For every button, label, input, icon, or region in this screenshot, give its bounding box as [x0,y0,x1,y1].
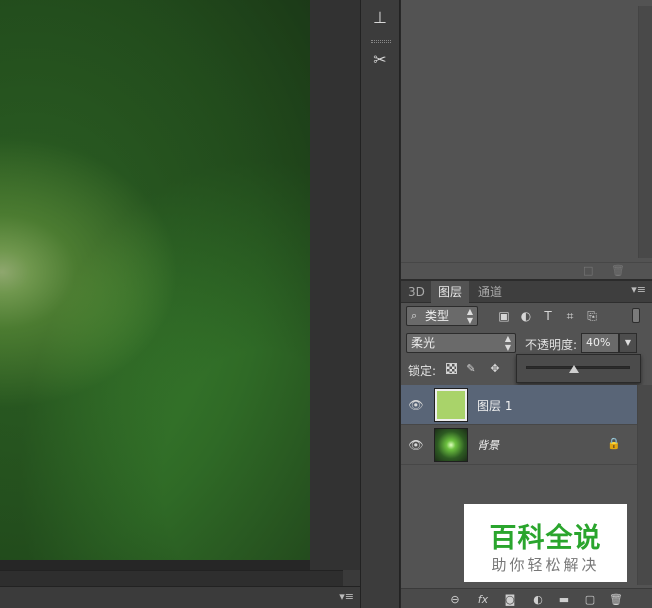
layers-footer-toolbar: ⊖ fx ◙ ◐ ▬ ▢ 🗑 [401,588,652,608]
lock-image-pixels-icon[interactable]: ✎ [464,362,478,376]
document-canvas-area[interactable]: ▾≡ [0,0,360,608]
layer-name: 背景 [477,439,499,452]
layer-row-layer-1[interactable]: 👁 图层 1 [401,385,637,425]
blend-mode-select[interactable]: 柔光 ▲ ▼ [406,333,516,353]
search-icon: ⌕ [411,309,418,322]
watermark-subtitle: 助你轻松解决 [491,556,600,574]
dock-grip[interactable] [371,40,391,43]
link-layers-icon[interactable]: ⊖ [447,592,463,608]
layer-style-icon[interactable]: fx [475,592,491,608]
upper-panel: □ 🗑 [401,0,652,279]
layer-filter-select[interactable]: ⌕ 类型 ▲ ▼ [406,306,478,326]
opacity-input[interactable]: 40% [581,333,619,353]
adjustment-layer-icon[interactable]: ◐ [530,592,546,608]
tab-channels[interactable]: 通道 [471,281,509,303]
panel-menu-icon[interactable]: ▾≡ [631,283,646,296]
panel-menu-icon[interactable]: ▾≡ [339,590,354,603]
layer-thumbnail [434,388,468,422]
opacity-label: 不透明度: [525,338,578,352]
stamp-tool-icon[interactable]: ⊥ [367,6,393,30]
layers-scrollbar[interactable] [637,385,652,585]
adjustment-filter-icon[interactable]: ◐ [518,308,534,324]
new-group-icon[interactable]: ▬ [556,592,572,608]
filter-toggle-switch[interactable] [632,308,640,323]
layer-name: 图层 1 [477,399,513,413]
filter-type-value: 类型 [425,309,450,323]
panel-dock-strip: ⊥ ✂ [360,0,400,608]
opacity-slider-popup [516,354,641,383]
eye-icon[interactable]: 👁 [408,437,424,453]
layer-row-background[interactable]: 👁 背景 🔒 [401,425,637,465]
panel-tab-bar: 3D 图层 通道 ▾≡ [401,281,652,303]
pixel-filter-icon[interactable]: ▣ [496,308,512,324]
watermark-title: 百科全说 [489,523,602,554]
canvas-status-bar: ▾≡ [0,586,360,608]
lock-transparent-pixels-icon[interactable] [446,363,457,374]
trash-icon[interactable]: 🗑 [611,264,625,277]
tab-3d[interactable]: 3D [401,281,432,303]
lock-position-icon[interactable]: ✥ [488,362,502,376]
select-arrows-icon: ▲ ▼ [504,334,511,352]
smart-object-filter-icon[interactable]: ⎘ [584,308,600,324]
upper-panel-footer: □ 🗑 [401,262,652,279]
select-arrows-icon: ▲ ▼ [466,307,473,325]
add-mask-icon[interactable]: ◙ [502,592,518,608]
canvas-scroll-corner [343,570,360,586]
tab-layers[interactable]: 图层 [431,281,470,303]
blend-mode-value: 柔光 [411,336,436,350]
eye-icon[interactable]: 👁 [408,397,424,413]
canvas-pasteboard [310,0,360,570]
type-filter-icon[interactable]: T [540,308,556,324]
new-item-icon[interactable]: □ [583,264,593,277]
opacity-dropdown-button[interactable]: ▼ [619,333,637,353]
lock-label: 锁定: [408,364,437,378]
brush-settings-icon[interactable]: ✂ [367,48,393,72]
new-layer-icon[interactable]: ▢ [582,592,598,608]
opacity-slider-thumb[interactable] [568,365,579,373]
watermark-logo: 百科全说 助你轻松解决 [464,504,627,582]
layer-filter-row: ⌕ 类型 ▲ ▼ ▣ ◐ T ⌗ ⎘ [401,303,652,331]
canvas-horizontal-scrollbar[interactable] [0,570,343,586]
document-image[interactable] [0,0,310,560]
lock-icon: 🔒 [607,437,621,450]
upper-panel-scrollbar[interactable] [638,6,652,258]
trash-icon[interactable]: 🗑 [608,592,624,608]
layer-thumbnail [434,428,468,462]
shape-filter-icon[interactable]: ⌗ [562,308,578,324]
